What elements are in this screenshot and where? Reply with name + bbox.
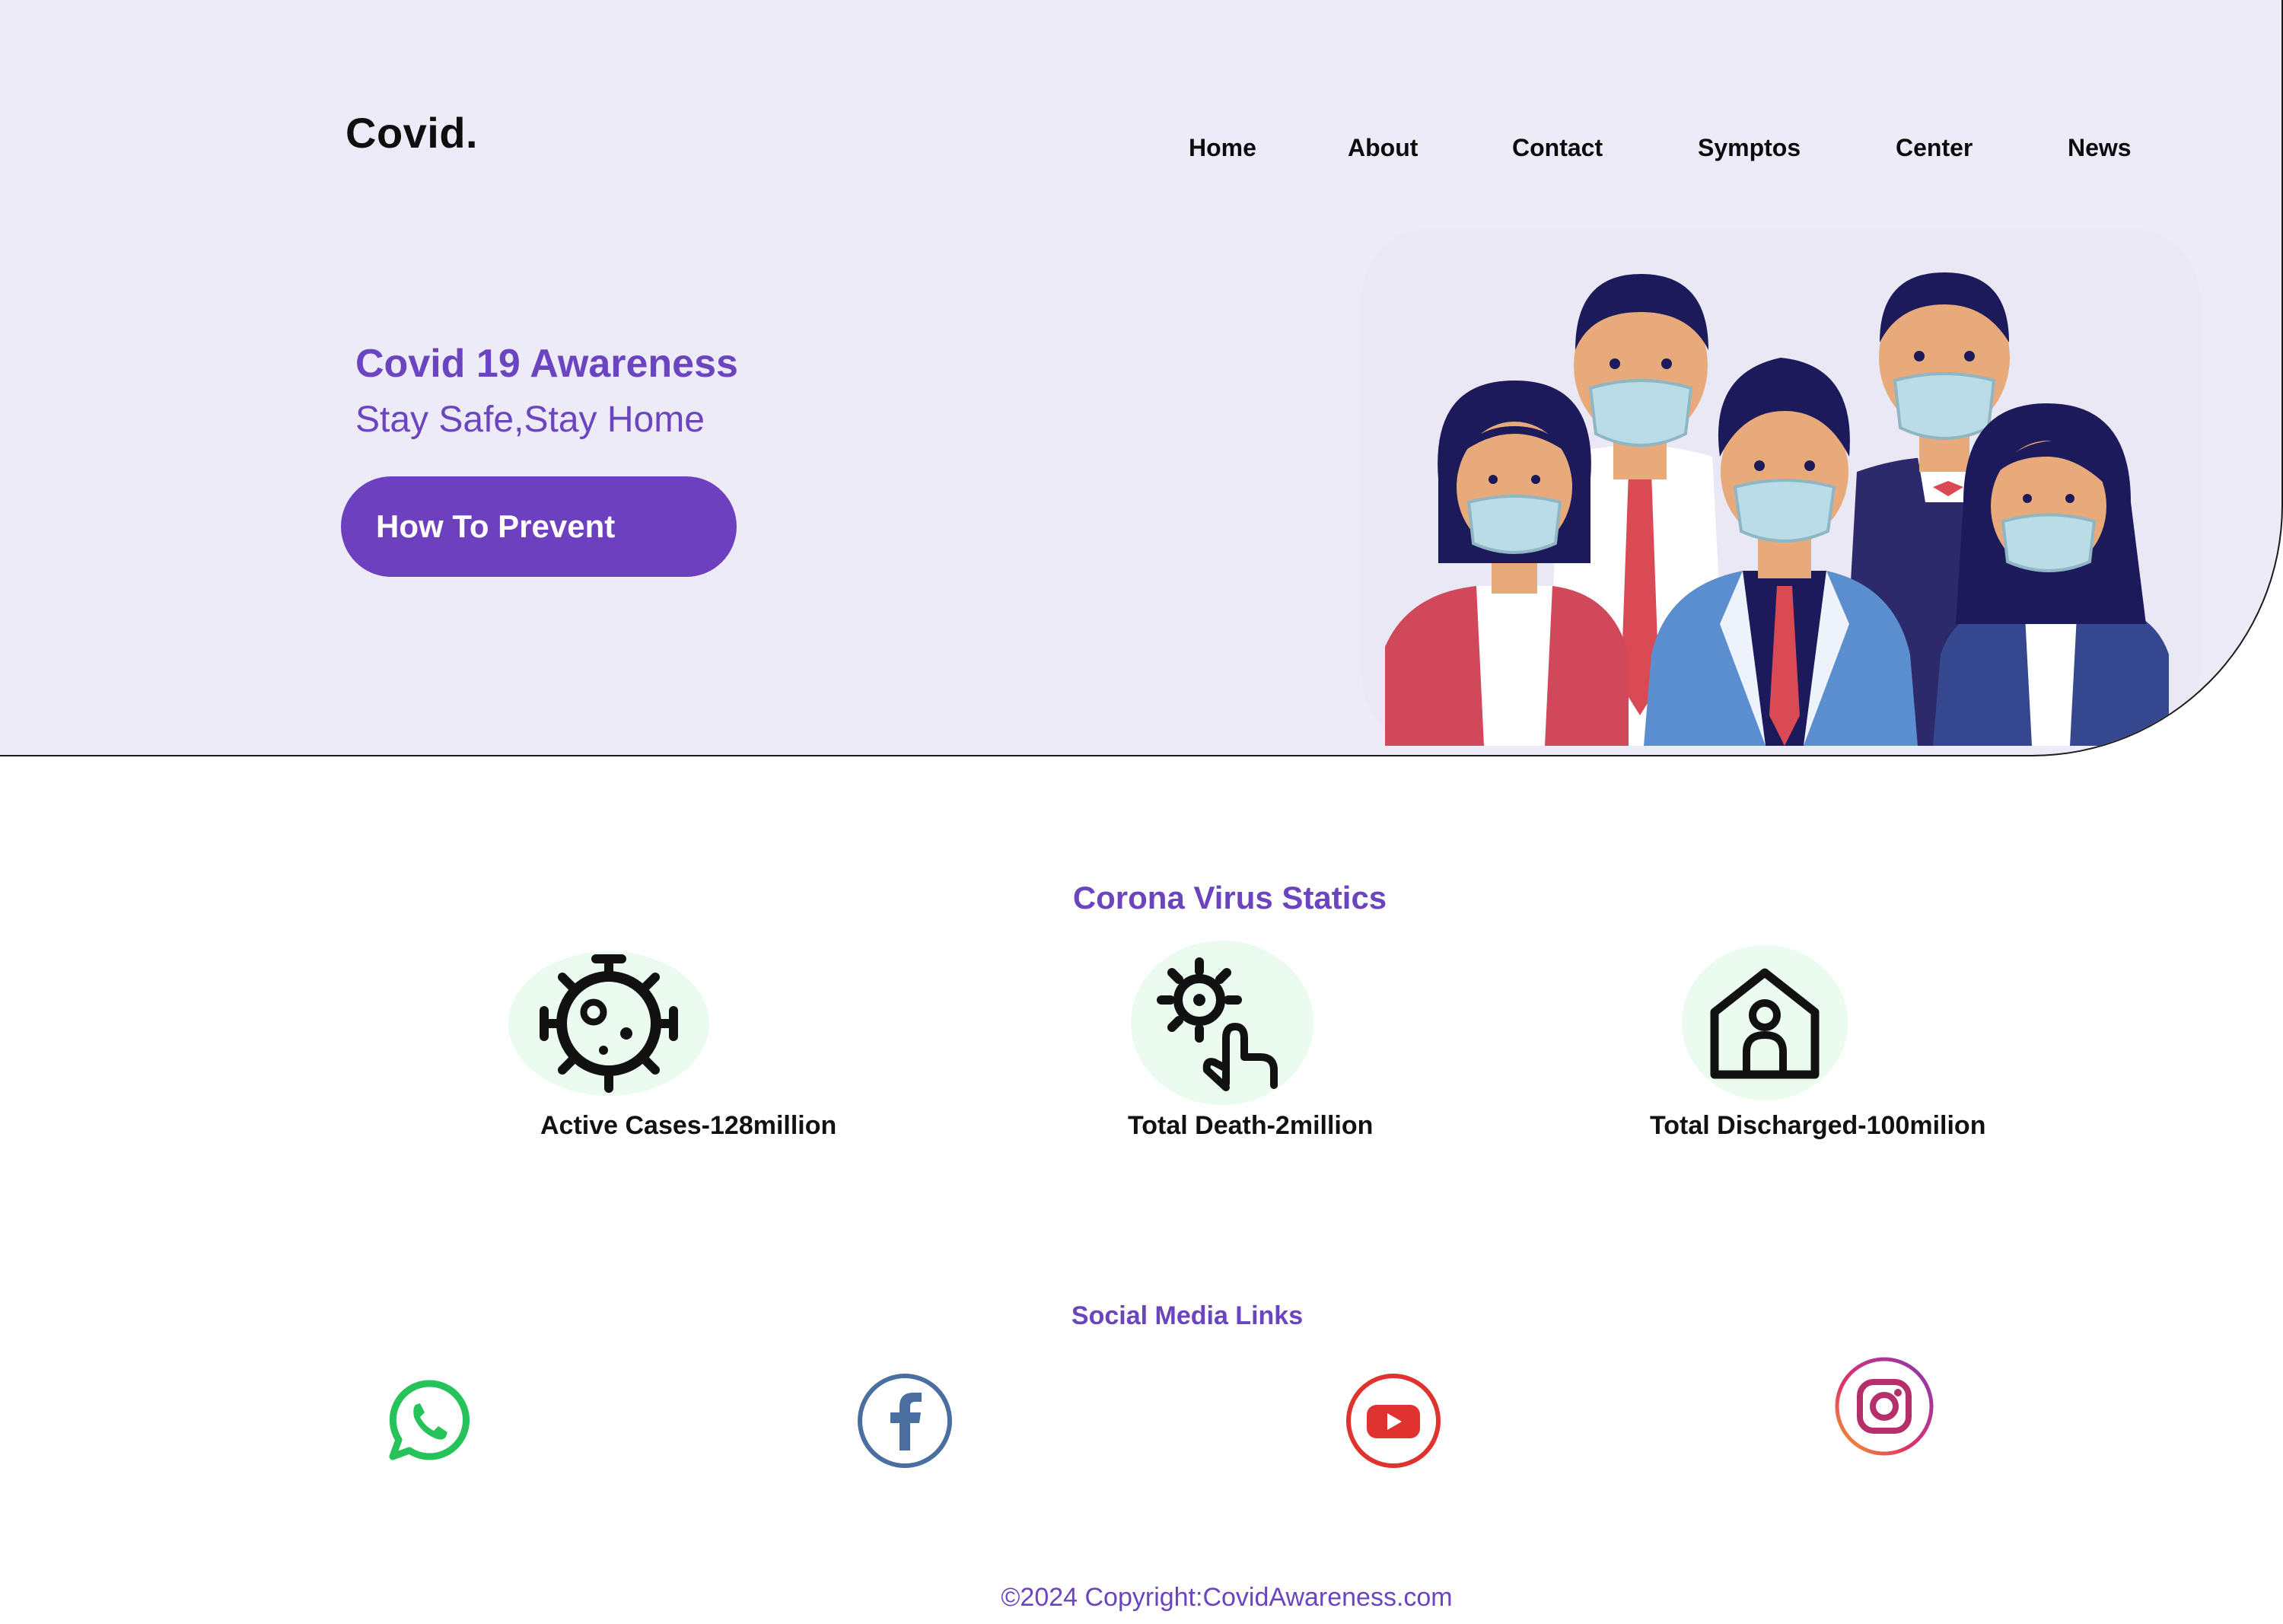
hero-section: Covid. Home About Contact Symptos Center… xyxy=(0,0,2283,756)
whatsapp-link[interactable] xyxy=(387,1377,472,1466)
how-to-prevent-button[interactable]: How To Prevent xyxy=(341,476,737,577)
nav-about[interactable]: About xyxy=(1348,134,1418,162)
instagram-icon xyxy=(1835,1357,1934,1456)
touch-virus-icon xyxy=(1157,957,1278,1091)
stats-title: Corona Virus Statics xyxy=(1072,880,1387,915)
youtube-link[interactable] xyxy=(1344,1371,1443,1474)
site-logo[interactable]: Covid. xyxy=(345,108,478,158)
virus-icon xyxy=(540,954,678,1093)
hero-headline: Covid 19 Awareness xyxy=(355,342,738,386)
main-nav: Home About Contact Symptos Center News xyxy=(1142,134,2146,167)
hero-subline: Stay Safe,Stay Home xyxy=(355,400,705,440)
social-title: Social Media Links xyxy=(1071,1301,1304,1330)
stat-active-label: Active Cases-128million xyxy=(540,1111,837,1140)
nav-home[interactable]: Home xyxy=(1189,134,1256,162)
stat-death-icon-wrap xyxy=(1131,941,1313,1105)
home-person-icon xyxy=(1710,968,1820,1079)
stat-death-label: Total Death-2million xyxy=(1128,1111,1374,1140)
youtube-icon xyxy=(1346,1374,1441,1468)
masked-people-illustration xyxy=(1362,228,2199,746)
nav-symptos[interactable]: Symptos xyxy=(1698,134,1801,162)
facebook-link[interactable] xyxy=(855,1371,954,1474)
whatsapp-icon xyxy=(389,1380,470,1460)
instagram-link[interactable] xyxy=(1832,1355,1936,1462)
footer-copyright: ©2024 Copyright:CovidAwareness.com xyxy=(1001,1583,1453,1612)
nav-center[interactable]: Center xyxy=(1896,134,1973,162)
stat-active-icon-wrap xyxy=(508,951,709,1096)
stat-discharged-icon-wrap xyxy=(1682,945,1848,1100)
facebook-icon xyxy=(858,1374,952,1468)
nav-news[interactable]: News xyxy=(2068,134,2132,162)
stat-discharged-label: Total Discharged-100milion xyxy=(1650,1111,1986,1140)
nav-contact[interactable]: Contact xyxy=(1512,134,1603,162)
